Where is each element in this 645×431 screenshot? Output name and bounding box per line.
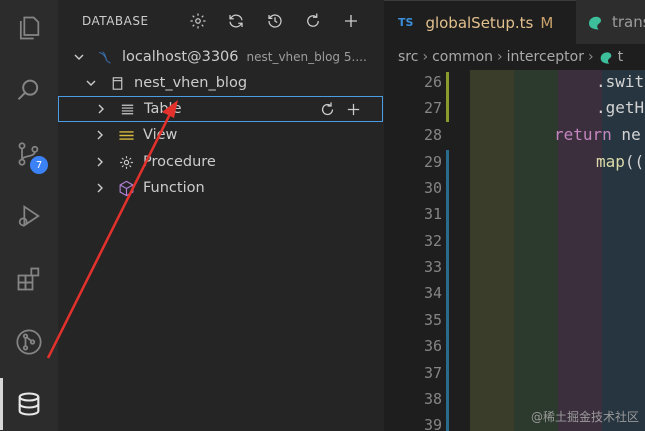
nest-file-icon (586, 13, 604, 31)
line-number: 37 (423, 364, 442, 382)
function-cube-icon (117, 179, 135, 197)
line-number: 34 (423, 284, 442, 302)
chevron-right-icon[interactable] (93, 128, 107, 142)
chevron-down-icon[interactable] (72, 50, 86, 64)
breadcrumb-item[interactable]: src (398, 49, 418, 65)
line-number: 30 (423, 179, 442, 197)
view-label: View (143, 127, 178, 143)
indent-guide (514, 70, 558, 431)
typescript-file-icon: TS (398, 16, 414, 29)
tab-label: trans (612, 13, 645, 31)
explorer-icon[interactable] (0, 2, 58, 54)
chevron-down-icon[interactable] (84, 76, 98, 90)
table-label: Table (144, 101, 182, 117)
tree-item-function[interactable]: Function (58, 175, 384, 201)
run-debug-icon[interactable] (0, 190, 58, 242)
line-number: 26 (423, 73, 442, 91)
extensions-icon[interactable] (0, 253, 58, 305)
line-number-gutter: 26 27 28 29 30 31 32 33 34 35 36 37 38 3… (384, 70, 446, 431)
breadcrumb-item[interactable]: t (618, 49, 624, 65)
function-map: map (596, 152, 625, 171)
modified-badge: M (540, 13, 554, 32)
refresh-icon[interactable] (318, 100, 336, 118)
history-icon[interactable] (264, 10, 286, 32)
tab-transform[interactable]: trans (576, 0, 645, 44)
database-icon[interactable] (0, 378, 58, 430)
breadcrumb: src › common › interceptor › t (384, 44, 645, 70)
procedure-label: Procedure (143, 154, 216, 170)
database-label: nest_vhen_blog (134, 75, 248, 91)
scm-badge: 7 (30, 156, 48, 174)
code-line-26: .swit (596, 72, 645, 91)
keyword-return: return (554, 125, 612, 144)
add-icon[interactable] (344, 100, 362, 118)
editor-area: TS globalSetup.ts M trans src › common ›… (384, 0, 645, 431)
function-label: Function (143, 180, 205, 196)
code-line-29: map(( (596, 152, 644, 171)
source-control-icon[interactable] (0, 128, 58, 180)
gear-icon (117, 153, 135, 171)
tree-item-view[interactable]: View (58, 122, 384, 148)
table-list-icon (118, 100, 136, 118)
tab-label: globalSetup.ts (425, 13, 534, 32)
git-graph-icon[interactable] (0, 316, 58, 368)
line-number: 31 (423, 205, 442, 223)
line-number: 38 (423, 390, 442, 408)
database-sidebar: DATABASE localhost@3306 nest_vhen_blog 5… (58, 0, 384, 431)
chevron-right-icon[interactable] (94, 102, 108, 116)
search-icon[interactable] (0, 64, 58, 116)
editor-tabs: TS globalSetup.ts M trans (384, 0, 645, 44)
chevron-right-icon[interactable] (93, 155, 107, 169)
tree-item-procedure[interactable]: Procedure (58, 149, 384, 175)
line-number: 36 (423, 337, 442, 355)
refresh-icon[interactable] (302, 10, 324, 32)
tree-item-connection[interactable]: localhost@3306 nest_vhen_blog 5.... (58, 44, 384, 70)
view-icon (117, 126, 135, 144)
mysql-icon (96, 48, 114, 66)
line-number: 35 (423, 311, 442, 329)
sidebar-header: DATABASE (58, 0, 384, 42)
add-icon[interactable] (340, 10, 362, 32)
chevron-right-icon[interactable] (93, 181, 107, 195)
line-number: 28 (423, 126, 442, 144)
chevron-right-icon: › (422, 49, 429, 65)
sync-icon[interactable] (225, 10, 247, 32)
code-view[interactable]: .swit .getH return ne map(( (446, 70, 645, 431)
sidebar-title: DATABASE (82, 14, 149, 28)
indent-guide (470, 70, 514, 431)
activity-bar: 7 (0, 0, 58, 431)
connection-label: localhost@3306 (122, 49, 239, 65)
database-icon (108, 74, 126, 92)
chevron-right-icon: › (497, 49, 503, 65)
tab-globalsetup[interactable]: TS globalSetup.ts M (384, 0, 576, 44)
tree-item-table[interactable]: Table (58, 96, 383, 122)
line-number: 32 (423, 232, 442, 250)
nest-file-icon (598, 49, 614, 65)
line-number: 33 (423, 258, 442, 276)
chevron-right-icon: › (587, 49, 594, 65)
breadcrumb-item[interactable]: common (432, 49, 493, 65)
code-line-27: .getH (596, 98, 645, 117)
line-number: 39 (423, 416, 442, 431)
table-row-actions (318, 100, 362, 118)
connection-description: nest_vhen_blog 5.... (246, 50, 367, 64)
code-text: ne (611, 125, 641, 144)
breadcrumb-item[interactable]: interceptor (507, 49, 584, 65)
code-line-28: return ne (554, 125, 641, 144)
watermark: @稀土掘金技术社区 (530, 410, 639, 424)
line-number: 29 (423, 153, 442, 171)
settings-gear-icon[interactable] (187, 10, 209, 32)
tree-item-database[interactable]: nest_vhen_blog (58, 70, 384, 96)
code-text: (( (624, 152, 645, 171)
line-number: 27 (423, 99, 442, 117)
